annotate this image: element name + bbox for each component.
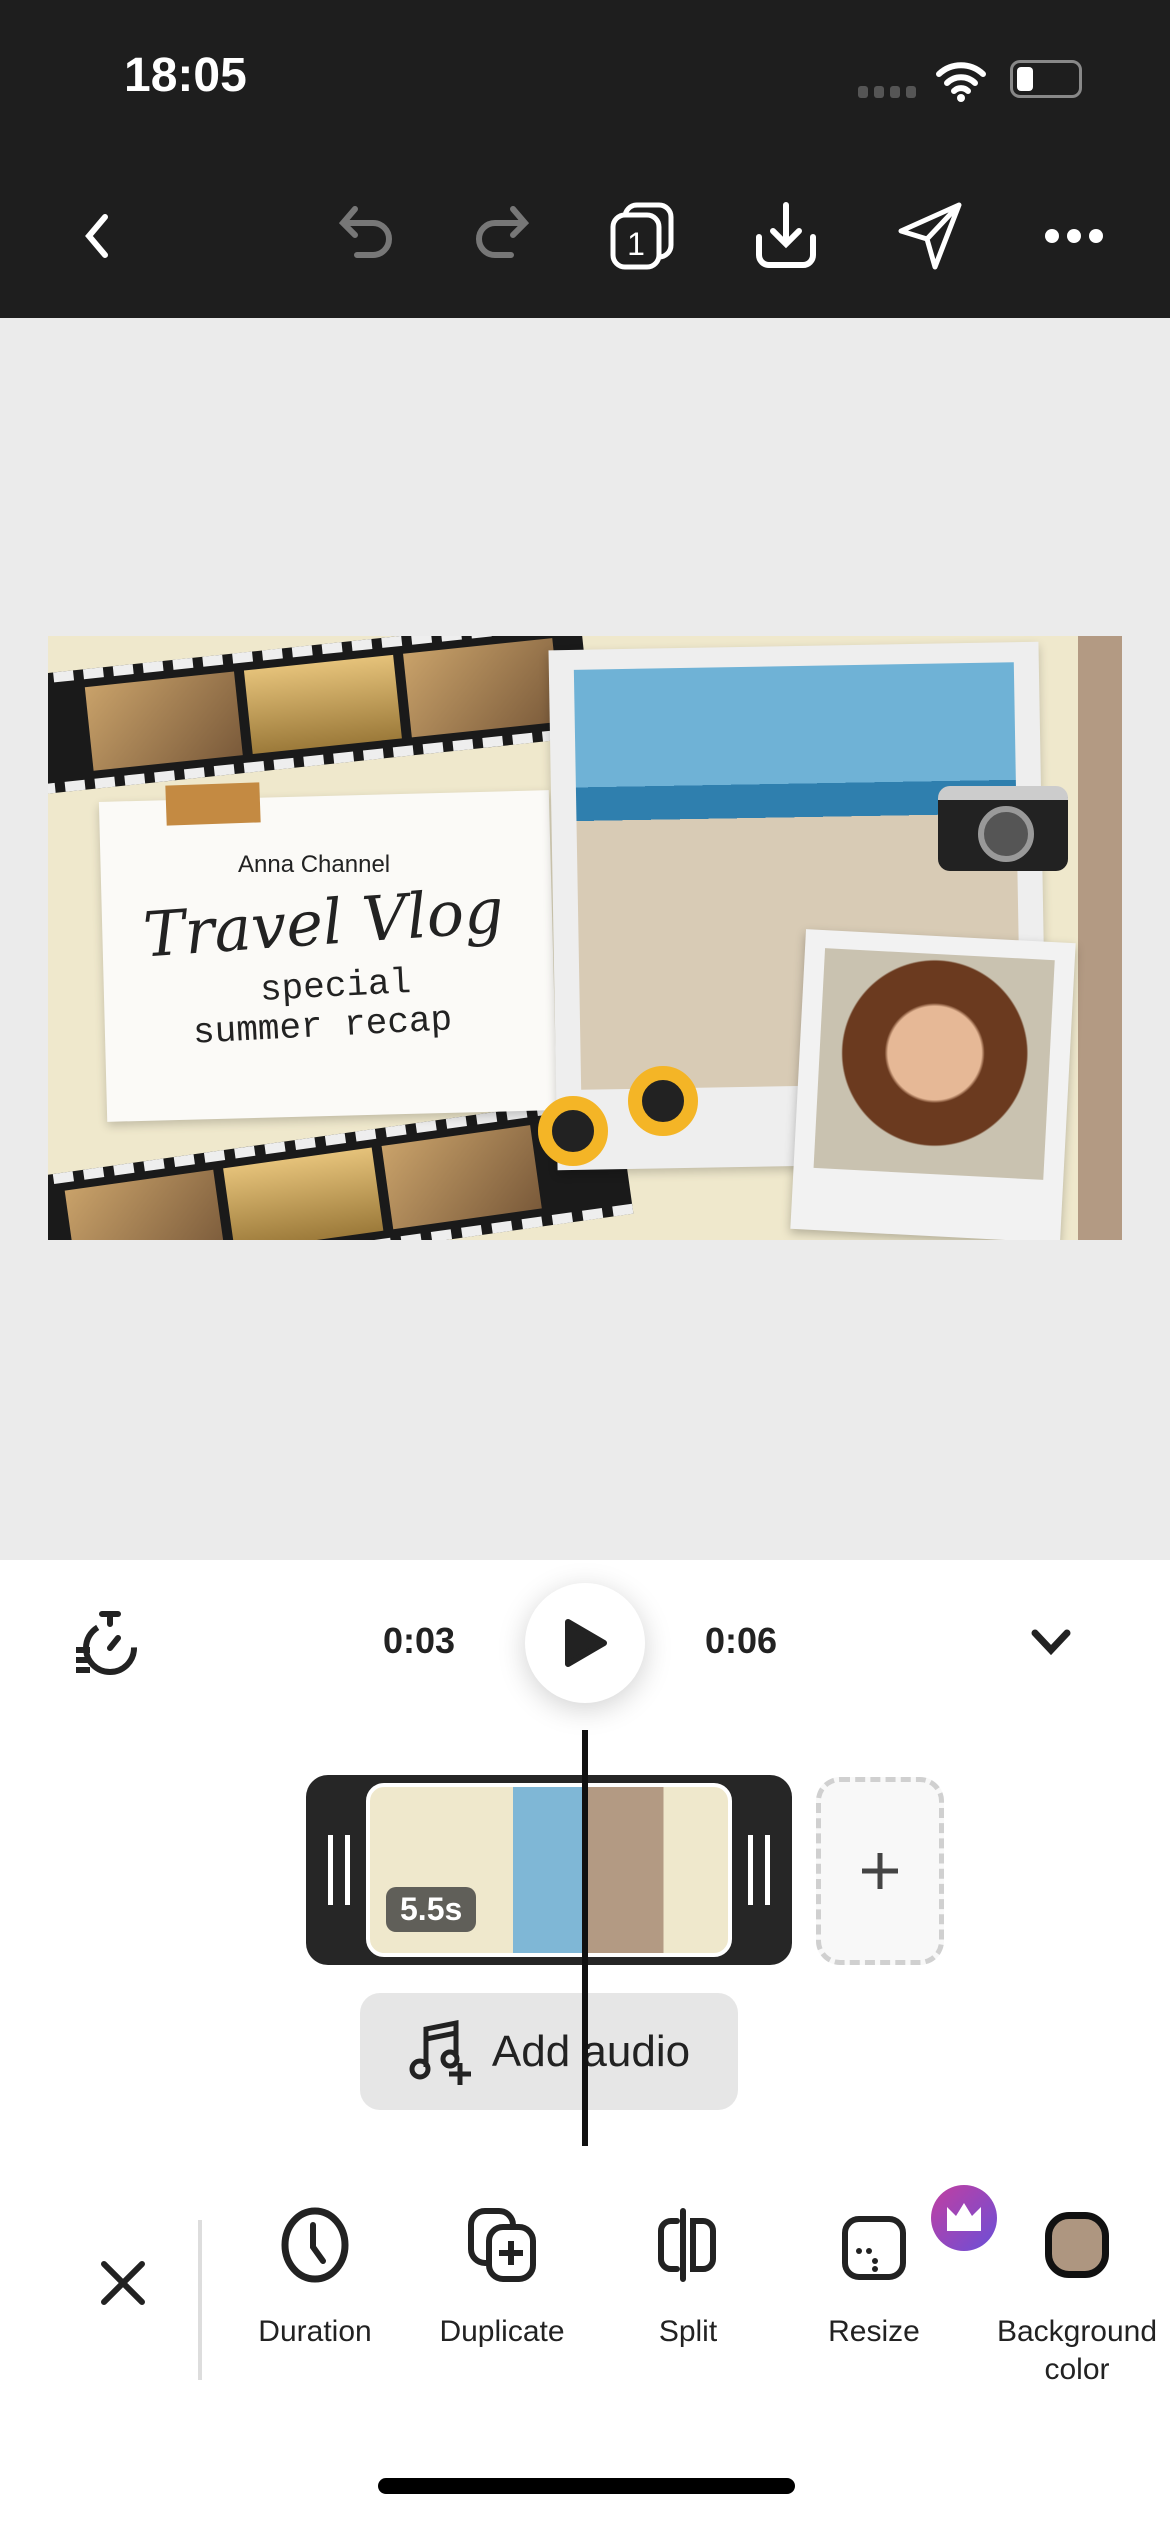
tool-label: Background <box>996 2315 1158 2348</box>
clip-thumbnail: 5.5s <box>366 1783 732 1957</box>
speed-timer-button[interactable] <box>72 1610 142 1680</box>
current-time: 0:03 <box>383 1620 456 1661</box>
battery-icon <box>1010 60 1082 98</box>
playhead[interactable] <box>582 1730 588 2146</box>
add-audio-button[interactable]: Add audio <box>360 1993 738 2110</box>
status-time: 18:05 <box>124 49 247 102</box>
play-icon <box>565 1619 607 1667</box>
tool-label: Resize <box>828 2315 920 2348</box>
signal-icon <box>858 86 916 98</box>
share-button[interactable] <box>890 196 970 276</box>
clip-duration-badge: 5.5s <box>386 1887 477 1932</box>
play-button[interactable] <box>525 1583 645 1703</box>
music-add-icon <box>409 2019 471 2085</box>
resize-icon <box>842 2216 906 2280</box>
pages-button[interactable]: 1 <box>602 196 682 276</box>
film-strip-top <box>48 636 593 795</box>
trim-handle-right[interactable] <box>748 1835 770 1905</box>
tool-duration[interactable]: Duration <box>225 2205 405 2351</box>
color-swatch-icon <box>1045 2212 1109 2278</box>
portrait-photo[interactable] <box>790 929 1076 1240</box>
clock-icon <box>281 2207 349 2283</box>
tool-resize[interactable]: Resize <box>784 2185 997 2351</box>
pages-count: 1 <box>627 226 645 262</box>
close-icon[interactable] <box>100 2260 146 2306</box>
tool-duplicate[interactable]: Duplicate <box>412 2205 592 2351</box>
download-button[interactable] <box>746 196 826 276</box>
tape <box>165 782 261 826</box>
more-button[interactable] <box>1034 196 1114 276</box>
wifi-icon <box>936 62 986 102</box>
tool-label: Duplicate <box>439 2315 565 2348</box>
torn-paper-strip <box>1078 636 1122 1240</box>
total-time: 0:06 <box>705 1620 778 1661</box>
plus-icon <box>862 1853 898 1889</box>
tool-split[interactable]: Split <box>598 2205 778 2351</box>
camera-sticker[interactable] <box>938 786 1068 871</box>
collapse-chevron-icon[interactable] <box>1030 1628 1072 1656</box>
trim-handle-left[interactable] <box>328 1835 350 1905</box>
tool-label: Split <box>658 2315 718 2348</box>
duplicate-icon <box>468 2208 536 2282</box>
add-clip-button[interactable] <box>816 1777 944 1965</box>
tool-label-2: color <box>1044 2353 1110 2386</box>
back-button[interactable] <box>56 196 136 276</box>
sunglasses-sticker-lens <box>628 1066 698 1136</box>
channel-name[interactable]: Anna Channel <box>238 851 390 879</box>
sunglasses-sticker[interactable] <box>538 1096 608 1166</box>
timeline-clip[interactable]: 5.5s <box>306 1775 792 1965</box>
split-icon <box>658 2208 716 2282</box>
tool-label: Duration <box>258 2315 372 2348</box>
add-audio-label: Add audio <box>491 2026 691 2076</box>
redo-button[interactable] <box>458 196 538 276</box>
undo-button[interactable] <box>330 196 410 276</box>
home-indicator <box>378 2478 795 2494</box>
design-preview[interactable]: Anna Channel Travel Vlog special summer … <box>48 636 1122 1240</box>
tool-background-color[interactable]: Background color <box>987 2205 1167 2389</box>
divider <box>198 2220 202 2380</box>
top-bar: 18:05 1 <box>0 0 1170 318</box>
